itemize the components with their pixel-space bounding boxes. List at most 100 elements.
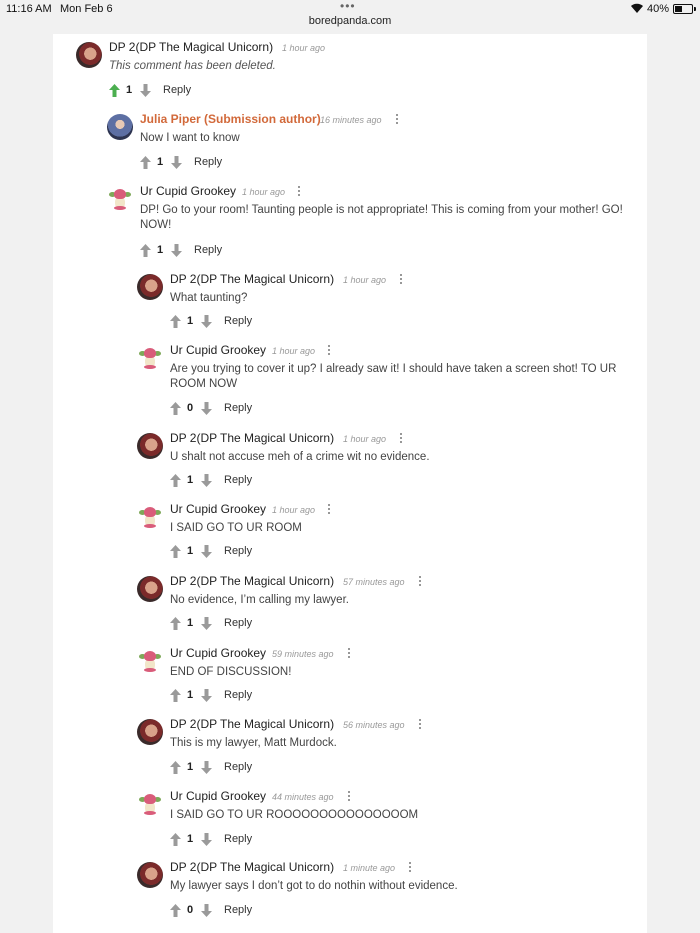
downvote-arrow-icon[interactable] <box>201 833 212 846</box>
downvote-arrow-icon[interactable] <box>171 244 182 257</box>
upvote-arrow-icon[interactable] <box>170 545 181 558</box>
reply-button[interactable]: Reply <box>224 474 252 486</box>
reply-button[interactable]: Reply <box>224 617 252 629</box>
downvote-arrow-icon[interactable] <box>201 761 212 774</box>
downvote-arrow-icon[interactable] <box>140 84 151 97</box>
more-options-icon[interactable] <box>395 114 399 126</box>
upvote-arrow-icon[interactable] <box>140 244 151 257</box>
more-options-icon[interactable] <box>418 576 422 588</box>
vote-count: 1 <box>157 244 164 256</box>
more-options-icon[interactable] <box>399 274 403 286</box>
avatar[interactable] <box>137 433 163 459</box>
more-options-icon[interactable] <box>327 504 331 516</box>
vote-count: 1 <box>187 474 194 486</box>
upvote-arrow-icon[interactable] <box>170 904 181 917</box>
vote-count: 0 <box>187 402 194 414</box>
more-options-icon[interactable] <box>418 719 422 731</box>
comment-author[interactable]: DP 2(DP The Magical Unicorn) <box>109 40 273 54</box>
comment-author[interactable]: Ur Cupid Grookey <box>170 502 266 516</box>
comment-time: 56 minutes ago <box>343 720 405 730</box>
more-options-icon[interactable] <box>327 345 331 357</box>
avatar[interactable] <box>137 648 163 674</box>
comment-time: 1 minute ago <box>343 863 396 873</box>
comment-text: No evidence, I’m calling my lawyer. <box>170 594 349 606</box>
avatar[interactable] <box>107 114 133 140</box>
comment-author[interactable]: Ur Cupid Grookey <box>170 343 266 357</box>
avatar[interactable] <box>76 42 102 68</box>
comments-panel: DP 2(DP The Magical Unicorn) 1 hour ago … <box>53 34 647 933</box>
url-bar[interactable]: boredpanda.com <box>0 15 700 33</box>
more-options-icon[interactable] <box>408 862 412 874</box>
reply-button[interactable]: Reply <box>224 689 252 701</box>
avatar[interactable] <box>137 274 163 300</box>
reply-button[interactable]: Reply <box>163 84 191 96</box>
downvote-arrow-icon[interactable] <box>201 474 212 487</box>
comment-author[interactable]: DP 2(DP The Magical Unicorn) <box>170 860 334 874</box>
battery-percent: 40% <box>647 3 670 15</box>
comment-author[interactable]: Julia Piper (Submission author) <box>140 112 321 126</box>
downvote-arrow-icon[interactable] <box>201 617 212 630</box>
avatar[interactable] <box>137 791 163 817</box>
vote-count: 1 <box>126 84 133 96</box>
comment-text: END OF DISCUSSION! <box>170 666 292 678</box>
downvote-arrow-icon[interactable] <box>171 156 182 169</box>
comment-author[interactable]: DP 2(DP The Magical Unicorn) <box>170 717 334 731</box>
upvote-arrow-icon[interactable] <box>170 617 181 630</box>
vote-count: 1 <box>187 761 194 773</box>
avatar[interactable] <box>137 862 163 888</box>
comment-author[interactable]: Ur Cupid Grookey <box>170 789 266 803</box>
comment-author[interactable]: DP 2(DP The Magical Unicorn) <box>170 574 334 588</box>
avatar[interactable] <box>137 719 163 745</box>
comment-text: DP! Go to your room! Taunting people is … <box>140 204 623 231</box>
comment-time: 1 hour ago <box>343 434 387 444</box>
comment-author[interactable]: DP 2(DP The Magical Unicorn) <box>170 272 334 286</box>
reply-button[interactable]: Reply <box>224 545 252 557</box>
upvote-arrow-icon[interactable] <box>170 315 181 328</box>
upvote-arrow-icon[interactable] <box>140 156 151 169</box>
upvote-arrow-icon[interactable] <box>170 761 181 774</box>
comment-time: 1 hour ago <box>242 187 286 197</box>
downvote-arrow-icon[interactable] <box>201 402 212 415</box>
upvote-arrow-icon[interactable] <box>170 833 181 846</box>
vote-count: 0 <box>187 904 194 916</box>
more-options-icon[interactable] <box>399 433 403 445</box>
avatar[interactable] <box>107 186 133 212</box>
comment-author[interactable]: Ur Cupid Grookey <box>170 646 266 660</box>
upvote-arrow-icon[interactable] <box>170 689 181 702</box>
downvote-arrow-icon[interactable] <box>201 545 212 558</box>
avatar[interactable] <box>137 345 163 371</box>
reply-button[interactable]: Reply <box>224 315 252 327</box>
reply-button[interactable]: Reply <box>224 833 252 845</box>
more-options-icon[interactable] <box>347 648 351 660</box>
comment-text: U shalt not accuse meh of a crime wit no… <box>170 451 430 463</box>
reply-button[interactable]: Reply <box>194 156 222 168</box>
downvote-arrow-icon[interactable] <box>201 904 212 917</box>
upvote-arrow-icon[interactable] <box>170 402 181 415</box>
reply-button[interactable]: Reply <box>224 904 252 916</box>
comment-text: My lawyer says I don’t got to do nothin … <box>170 880 458 892</box>
comment-time: 1 hour ago <box>272 505 316 515</box>
comment-time: 16 minutes ago <box>320 115 382 125</box>
multitasking-dots-icon[interactable]: ••• <box>340 0 356 13</box>
comment-time: 59 minutes ago <box>272 649 334 659</box>
comment-text: What taunting? <box>170 292 248 304</box>
battery-icon <box>673 4 693 14</box>
comment-text: Are you trying to cover it up? I already… <box>170 363 617 390</box>
downvote-arrow-icon[interactable] <box>201 315 212 328</box>
comment-author[interactable]: DP 2(DP The Magical Unicorn) <box>170 431 334 445</box>
more-options-icon[interactable] <box>347 791 351 803</box>
avatar[interactable] <box>137 576 163 602</box>
comment-time: 1 hour ago <box>282 43 326 53</box>
avatar[interactable] <box>137 504 163 530</box>
reply-button[interactable]: Reply <box>194 244 222 256</box>
upvote-arrow-icon[interactable] <box>170 474 181 487</box>
reply-button[interactable]: Reply <box>224 402 252 414</box>
reply-button[interactable]: Reply <box>224 761 252 773</box>
vote-count: 1 <box>157 156 164 168</box>
comment-author[interactable]: Ur Cupid Grookey <box>140 184 236 198</box>
vote-count: 1 <box>187 545 194 557</box>
upvote-arrow-icon[interactable] <box>109 84 120 97</box>
vote-count: 1 <box>187 833 194 845</box>
downvote-arrow-icon[interactable] <box>201 689 212 702</box>
more-options-icon[interactable] <box>297 186 301 198</box>
